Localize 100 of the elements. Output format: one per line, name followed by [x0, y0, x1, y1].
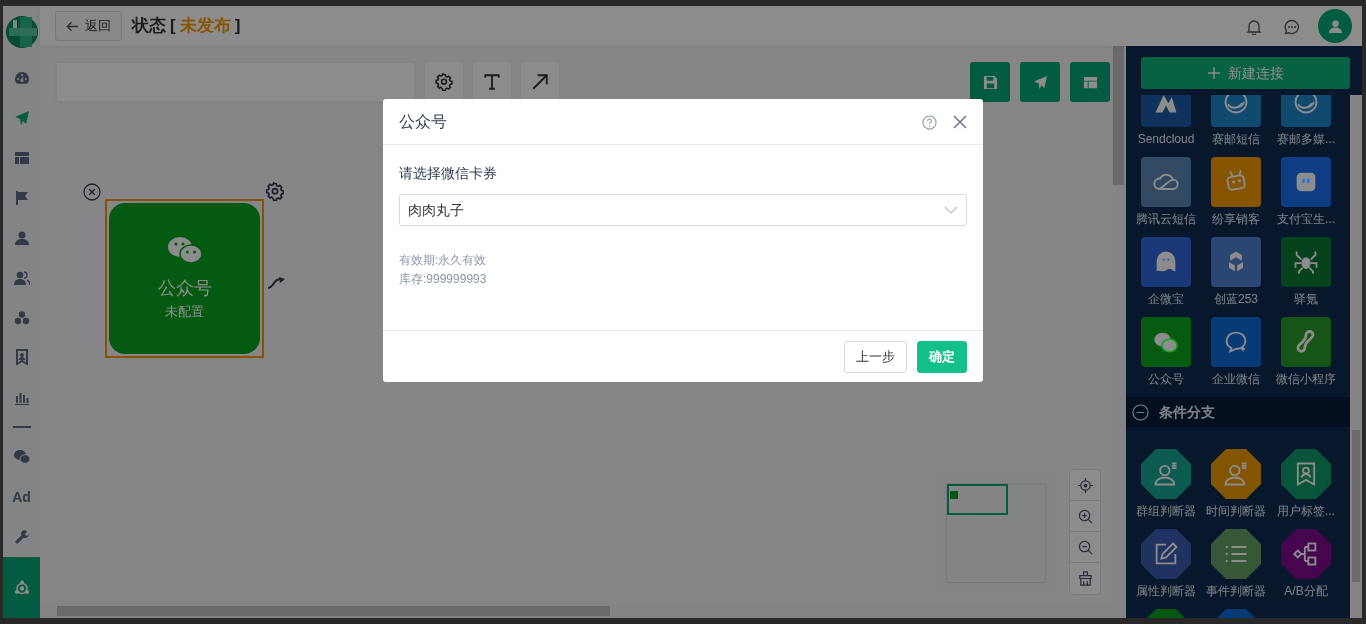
text-tool-button[interactable] — [473, 62, 511, 102]
back-step-button[interactable]: 上一步 — [844, 340, 907, 373]
panel-scrollbar[interactable] — [1350, 95, 1362, 618]
app-tile-icon[interactable] — [1141, 449, 1191, 499]
tile-label: 纷享销客 — [1212, 211, 1260, 227]
ring-icon — [1222, 95, 1250, 116]
sidebar-item[interactable]: Ad — [12, 486, 31, 508]
network-icon — [13, 579, 30, 596]
app-tile-icon[interactable] — [1281, 529, 1331, 579]
tile-label: 属性判断器 — [1136, 583, 1196, 599]
arrow-icon — [531, 73, 549, 91]
settings-button[interactable] — [425, 62, 463, 102]
section-title: 条件分支 — [1159, 402, 1215, 422]
person-icon — [1152, 460, 1180, 488]
zoom-in-icon — [1077, 508, 1093, 524]
paper-plane-icon — [1032, 74, 1048, 90]
flow-node[interactable]: 公众号 未配置 — [105, 199, 264, 358]
avatar[interactable] — [1318, 9, 1352, 43]
tile-label: 腾讯云短信 — [1136, 211, 1196, 227]
status-text: 未发布 — [179, 15, 231, 38]
tile-label: 企业微信 — [1212, 371, 1260, 387]
save-button[interactable] — [970, 62, 1010, 102]
tile-label: 微信小程序 — [1276, 371, 1336, 387]
publish-button[interactable] — [1020, 62, 1060, 102]
app-tile-icon[interactable] — [1211, 317, 1261, 367]
layout-icon — [13, 149, 30, 166]
left-arrow-icon — [66, 19, 79, 33]
node-title: 公众号 — [157, 277, 212, 301]
flag-icon — [13, 189, 30, 206]
plus-icon — [1207, 67, 1220, 79]
minus-circle-icon — [1132, 404, 1149, 422]
app-tile-icon[interactable] — [1211, 529, 1261, 579]
wrench-icon — [13, 529, 30, 546]
new-connection-button[interactable]: 新建连接 — [1141, 57, 1350, 89]
contact-card-icon — [13, 349, 30, 366]
text-icon — [483, 73, 501, 91]
arrow-tool-button[interactable] — [521, 62, 559, 102]
close-icon — [83, 182, 101, 201]
layout-button[interactable] — [1070, 62, 1110, 102]
node-subtitle: 未配置 — [165, 303, 204, 322]
app-tile-icon[interactable] — [1211, 449, 1261, 499]
tile-label: 赛邮短信 — [1212, 131, 1260, 147]
connector-arrow-icon — [267, 276, 285, 289]
tile-label: A/B分配 — [1284, 583, 1328, 599]
chat-bubbles-icon — [13, 449, 30, 466]
person-icon — [1222, 460, 1250, 488]
collapse-toggle[interactable] — [1132, 402, 1149, 422]
settings-icon — [266, 182, 284, 202]
page-title: 状态 — [132, 15, 166, 38]
crosshair-icon — [1077, 477, 1093, 493]
tile-label: 支付宝生... — [1277, 211, 1335, 227]
app-tile-icon[interactable] — [1281, 237, 1331, 287]
zoom-out-icon — [1077, 539, 1093, 555]
user-icon — [1327, 18, 1343, 34]
tile-label: 创蓝253 — [1214, 291, 1258, 307]
app-tile-icon[interactable] — [1141, 317, 1191, 367]
tile-label: 赛邮多媒... — [1277, 131, 1335, 147]
chat-icon — [1284, 18, 1300, 35]
tile-label: 公众号 — [1148, 371, 1184, 387]
user-icon — [13, 229, 30, 246]
chat-bubbles-icon — [166, 235, 203, 266]
app-tile-icon[interactable] — [1281, 449, 1331, 499]
card-select[interactable]: 肉肉丸子 — [399, 194, 967, 226]
gauge-icon — [13, 69, 30, 86]
broom-icon — [1077, 571, 1093, 586]
horizontal-scrollbar[interactable] — [40, 604, 1126, 618]
tile-label: 时间判断器 — [1206, 503, 1266, 519]
tile-label: 事件判断器 — [1206, 583, 1266, 599]
bell-icon — [1246, 18, 1262, 35]
info-text: 有效期:永久有效 — [399, 252, 488, 269]
users-icon — [13, 269, 30, 286]
app-tile-icon[interactable] — [1281, 157, 1331, 207]
tile-label: Sendcloud — [1137, 131, 1195, 147]
close-icon — [953, 115, 967, 130]
app-tile-icon[interactable] — [1211, 237, 1261, 287]
info-text: 库存:999999993 — [399, 271, 488, 288]
app-tile-icon[interactable] — [1141, 157, 1191, 207]
tile-label: 企微宝 — [1148, 291, 1184, 307]
app-tile-icon[interactable] — [1281, 317, 1331, 367]
app-tile-icon[interactable] — [1141, 529, 1191, 579]
ring-icon — [1292, 95, 1320, 116]
vertical-scrollbar[interactable] — [1111, 46, 1126, 604]
confirm-button[interactable]: 确定 — [917, 340, 967, 373]
field-label: 请选择微信卡券 — [399, 164, 498, 183]
modal-title: 公众号 — [399, 111, 448, 132]
settings-icon — [435, 73, 453, 91]
app-tile-icon[interactable] — [1141, 237, 1191, 287]
search-field[interactable] — [56, 62, 415, 102]
app-tile-icon[interactable] — [1211, 157, 1261, 207]
help-icon — [922, 114, 937, 130]
bracket-text: ] — [234, 15, 241, 38]
sidebar-item[interactable] — [3, 557, 40, 619]
back-button[interactable]: 返回 — [55, 11, 122, 41]
cluster-icon — [13, 309, 30, 326]
paper-plane-icon — [13, 109, 30, 126]
tile-label: 群组判断器 — [1136, 503, 1196, 519]
tile-label: 用户标签... — [1277, 503, 1335, 519]
layout-icon — [1082, 74, 1098, 90]
tile-label: 驿氪 — [1294, 291, 1318, 307]
bracket-text: [ — [170, 15, 176, 38]
